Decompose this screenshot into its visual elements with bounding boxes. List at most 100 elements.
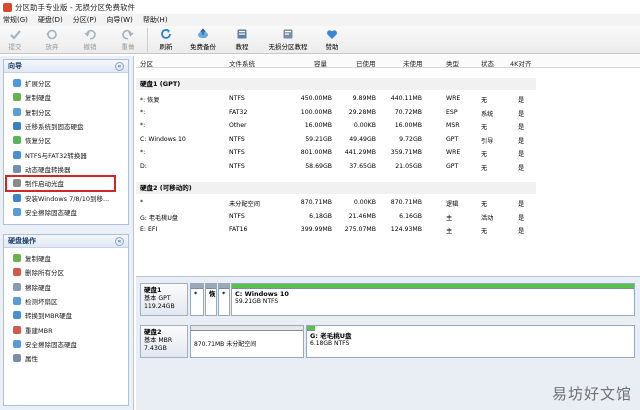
wizard-item-recover-partition[interactable]: 恢复分区 (4, 133, 128, 147)
disk-1-size: 119.24GB (144, 303, 175, 310)
table-row[interactable]: G: 老毛桃U盘 NTFS 6.18GB 21.46MB 6.16GB 主 活动 是 (136, 210, 640, 223)
disk-op-check-bad-sectors[interactable]: 检测坏扇区 (4, 294, 128, 308)
table-row[interactable]: C: Windows 10 NTFS 59.21GB 49.49GB 9.72GB GPT… (136, 133, 640, 146)
table-cell: 399.99MB (300, 226, 332, 233)
table-header: 分区 文件系统 容量 已使用 未使用 类型 状态 4K对齐 (136, 56, 640, 68)
disk-1-box[interactable]: 硬盘1 基本 GPT 119.24GB (140, 283, 188, 316)
free-backup-button[interactable]: 免费备份 (186, 26, 220, 54)
rebuild-icon (13, 325, 21, 334)
table-cell: 是 (518, 214, 525, 222)
table-cell: 是 (518, 124, 525, 131)
wizard-panel-header[interactable]: 向导 « (4, 60, 128, 73)
partition-size: 6.18GB NTFS (310, 340, 350, 347)
table-cell: FAT32 (229, 108, 248, 116)
disk-2-header-row[interactable]: 硬盘2 (可移动的) (136, 182, 536, 194)
table-cell: 801.00MB (300, 149, 332, 156)
column-partition[interactable]: 分区 (140, 58, 153, 68)
column-4k-align[interactable]: 4K对齐 (510, 58, 531, 68)
disk-op-properties[interactable]: 属性 (4, 351, 128, 365)
disk-1-type: 基本 GPT (144, 295, 171, 302)
tutorial-button[interactable]: 教程 (230, 26, 254, 54)
wizard-item-extend-partition[interactable]: 扩展分区 (4, 76, 128, 90)
disk-operations-panel-header[interactable]: 硬盘操作 « (4, 235, 128, 248)
table-row[interactable]: *: NTFS 801.00MB 441.29MB 359.71MB WRE 无 是 (136, 146, 640, 159)
wizard-item-copy-disk[interactable]: 复制硬盘 (4, 90, 128, 104)
partition-tutorial-button[interactable]: 无损分区教程 (264, 26, 312, 54)
nav-label: NTFS与FAT32转换器 (25, 151, 87, 160)
wizard-item-dynamic-disk-converter[interactable]: 动态硬盘转换器 (4, 162, 128, 176)
menu-disk[interactable]: 硬盘(D) (38, 15, 63, 25)
table-row[interactable]: *: Other 16.00MB 0.00KB 16.00MB MSR 无 是 (136, 119, 640, 132)
disk-op-rebuild-mbr[interactable]: 重建MBR (4, 322, 128, 336)
table-cell: 275.07MB (344, 226, 376, 233)
wizard-item-copy-partition[interactable]: 复制分区 (4, 105, 128, 119)
table-cell: NTFS (229, 162, 245, 170)
disk-2-partition-unallocated[interactable]: 870.71MB 未分配空间 (190, 325, 304, 358)
table-cell: *: (140, 149, 146, 156)
column-filesystem[interactable]: 文件系统 (229, 58, 255, 68)
discard-button[interactable]: 放弃 (39, 26, 65, 54)
table-cell: NTFS (229, 212, 245, 220)
wizard-item-migrate-os-to-ssd[interactable]: 迁移系统到固态硬盘 (4, 119, 128, 133)
menu-general[interactable]: 常规(G) (3, 15, 28, 25)
menu-help[interactable]: 帮助(H) (143, 15, 168, 25)
nav-label: 安全擦除固态硬盘 (25, 340, 77, 349)
refresh-button[interactable]: 刷新 (154, 26, 178, 54)
collapse-icon[interactable]: « (115, 236, 124, 246)
check-icon (13, 297, 21, 306)
disk-map-area: 硬盘1 基本 GPT 119.24GB * 恢 * C: Windows 10 … (136, 276, 640, 410)
disk-op-delete-all-partitions[interactable]: 删除所有分区 (4, 265, 128, 279)
disk-1-partition-esp[interactable]: 恢 (205, 283, 217, 316)
disk-op-copy-disk[interactable]: 复制硬盘 (4, 251, 128, 265)
disk-op-wipe-disk[interactable]: 擦除硬盘 (4, 280, 128, 294)
table-cell: 引导 (481, 137, 494, 145)
table-row[interactable]: * 未分配空间 870.71MB 0.00KB 870.71MB 逻辑 无 是 (136, 196, 640, 209)
undo-label: 撤销 (83, 43, 97, 51)
disk-op-secure-erase-ssd[interactable]: 安全擦除固态硬盘 (4, 337, 128, 351)
disk-1-partition-msr[interactable]: * (218, 283, 230, 316)
table-cell: 440.11MB (390, 95, 422, 102)
title-bar: 分区助手专业版 - 无损分区免费软件 (0, 0, 640, 14)
column-status[interactable]: 状态 (481, 58, 494, 68)
table-cell: 是 (518, 164, 525, 172)
wizard-item-secure-erase-ssd[interactable]: 安全擦除固态硬盘 (4, 205, 128, 219)
redo-button[interactable]: 重做 (115, 26, 141, 54)
column-used[interactable]: 已使用 (356, 58, 376, 68)
table-cell: *: (140, 122, 146, 129)
table-cell: 无 (481, 201, 488, 208)
wizard-panel-title: 向导 (8, 62, 22, 70)
table-cell: NTFS (229, 135, 245, 143)
menu-wizard[interactable]: 向导(W) (106, 15, 132, 25)
table-cell: MSR (446, 122, 460, 129)
disk-1-partition-recovery[interactable]: * (190, 283, 204, 316)
wizard-item-ntfs-fat32-converter[interactable]: NTFS与FAT32转换器 (4, 147, 128, 161)
sponsor-button[interactable]: 赞助 (320, 26, 344, 54)
migrate-os-icon (13, 122, 21, 131)
table-row[interactable]: E: EFI FAT16 399.99MB 275.07MB 124.93MB 主 无 是 (136, 223, 640, 236)
disk-op-convert-to-mbr[interactable]: 转换到MBR硬盘 (4, 308, 128, 322)
menu-partition[interactable]: 分区(P) (73, 15, 97, 25)
disk-2-partition-g[interactable]: G: 老毛桃U盘 6.18GB NTFS (306, 325, 635, 358)
table-cell: D: (140, 162, 147, 170)
disk-1-header-row[interactable]: 硬盘1 (GPT) (136, 78, 536, 90)
column-unused[interactable]: 未使用 (403, 58, 423, 68)
table-cell: *: (140, 108, 146, 116)
commit-button[interactable]: 提交 (3, 26, 27, 54)
table-row[interactable]: D: NTFS 58.69GB 37.65GB 21.05GB GPT 无 是 (136, 160, 640, 173)
disk-2-box[interactable]: 硬盘2 基本 MBR 7.43GB (140, 325, 188, 358)
wizard-item-install-windows-to-usb[interactable]: 安装Windows 7/8/10到移... (4, 190, 128, 204)
undo-button[interactable]: 撤销 (77, 26, 103, 54)
column-type[interactable]: 类型 (446, 58, 459, 68)
table-cell: 6.16GB (399, 212, 422, 220)
table-row[interactable]: *: 恢复 NTFS 450.00MB 9.89MB 440.11MB WRE 无 是 (136, 92, 640, 105)
table-cell: G: 老毛桃U盘 (140, 214, 179, 222)
collapse-icon[interactable]: « (115, 61, 124, 71)
disk-1-partition-c[interactable]: C: Windows 10 59.21GB NTFS (231, 283, 635, 316)
table-cell: 是 (518, 201, 525, 208)
table-cell: 49.49GB (349, 135, 376, 143)
table-cell: 441.29MB (344, 149, 376, 156)
table-row[interactable]: *: FAT32 100.00MB 29.28MB 70.72MB ESP 系统 是 (136, 106, 640, 119)
column-capacity[interactable]: 容量 (314, 58, 327, 68)
nav-label: 复制硬盘 (25, 94, 51, 103)
partition-size: 59.21GB NTFS (235, 298, 279, 305)
